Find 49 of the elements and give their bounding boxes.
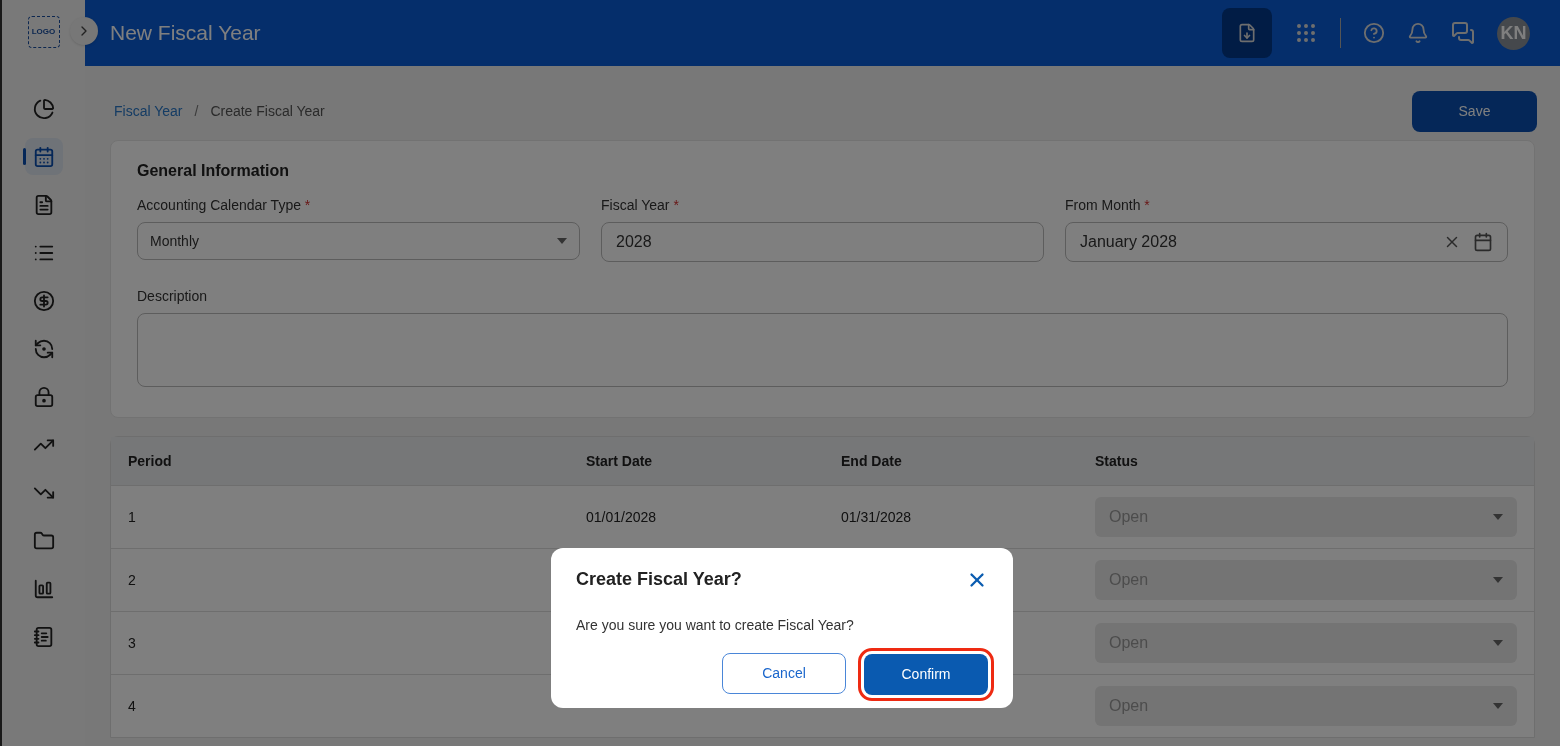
table-cell-text: 3: [128, 633, 137, 653]
dialog-message: Are you sure you want to create Fiscal Year?: [576, 616, 855, 635]
bar-chart-icon: [32, 577, 55, 600]
confirm-button[interactable]: Confirm: [864, 654, 988, 695]
caret-icon: [557, 238, 567, 244]
column-header: Period: [128, 451, 173, 471]
dialog-title: Create Fiscal Year?: [576, 568, 742, 591]
description-field[interactable]: [137, 313, 1508, 387]
caret-icon: [1493, 514, 1503, 520]
logo: LOGO: [27, 16, 60, 48]
chat-icon[interactable]: [1451, 21, 1475, 45]
dollar-icon: [32, 289, 55, 312]
date-field[interactable]: January 2028: [1065, 222, 1508, 262]
lock-icon: [32, 385, 55, 408]
download-document-button[interactable]: [1222, 8, 1272, 58]
file-download-icon: [1237, 23, 1257, 43]
breadcrumb-separator: /: [193, 102, 200, 121]
notes-icon: [32, 625, 55, 648]
field-label: Accounting Calendar Type *: [137, 196, 312, 215]
column-header: End Date: [841, 451, 903, 471]
table-cell-text: 1: [128, 507, 137, 527]
notification-bell-icon[interactable]: [1407, 22, 1429, 44]
pie-chart-icon: [32, 97, 55, 120]
table-cell-text: 4: [128, 696, 137, 716]
breadcrumb-current: Create Fiscal Year: [210, 102, 325, 121]
field-label: Fiscal Year *: [601, 196, 680, 215]
help-icon[interactable]: [1363, 22, 1385, 44]
sidebar-item[interactable]: [24, 138, 63, 175]
input-field[interactable]: 2028: [601, 222, 1044, 262]
table-cell-text: 01/31/2028: [841, 507, 913, 527]
section-title: General Information: [137, 161, 291, 181]
page-title: New Fiscal Year: [110, 20, 261, 47]
field-label: From Month *: [1065, 196, 1151, 215]
caret-icon: [1493, 640, 1503, 646]
table-cell-text: 01/01/2028: [586, 507, 658, 527]
cancel-button[interactable]: Cancel: [722, 653, 846, 694]
column-header: Status: [1095, 451, 1139, 471]
currency-exchange-icon: [32, 337, 55, 360]
folder-icon: [32, 529, 55, 552]
field-label: Description: [137, 287, 209, 306]
caret-icon: [1493, 577, 1503, 583]
column-header: Start Date: [586, 451, 654, 471]
save-button[interactable]: Save: [1412, 91, 1537, 132]
caret-icon: [1493, 703, 1503, 709]
calendar-icon[interactable]: [1473, 232, 1493, 252]
apps-grid-icon[interactable]: [1294, 21, 1318, 45]
calendar-icon: [32, 145, 55, 168]
select-field[interactable]: Monthly: [137, 222, 580, 260]
breadcrumb-link[interactable]: Fiscal Year: [114, 101, 183, 122]
